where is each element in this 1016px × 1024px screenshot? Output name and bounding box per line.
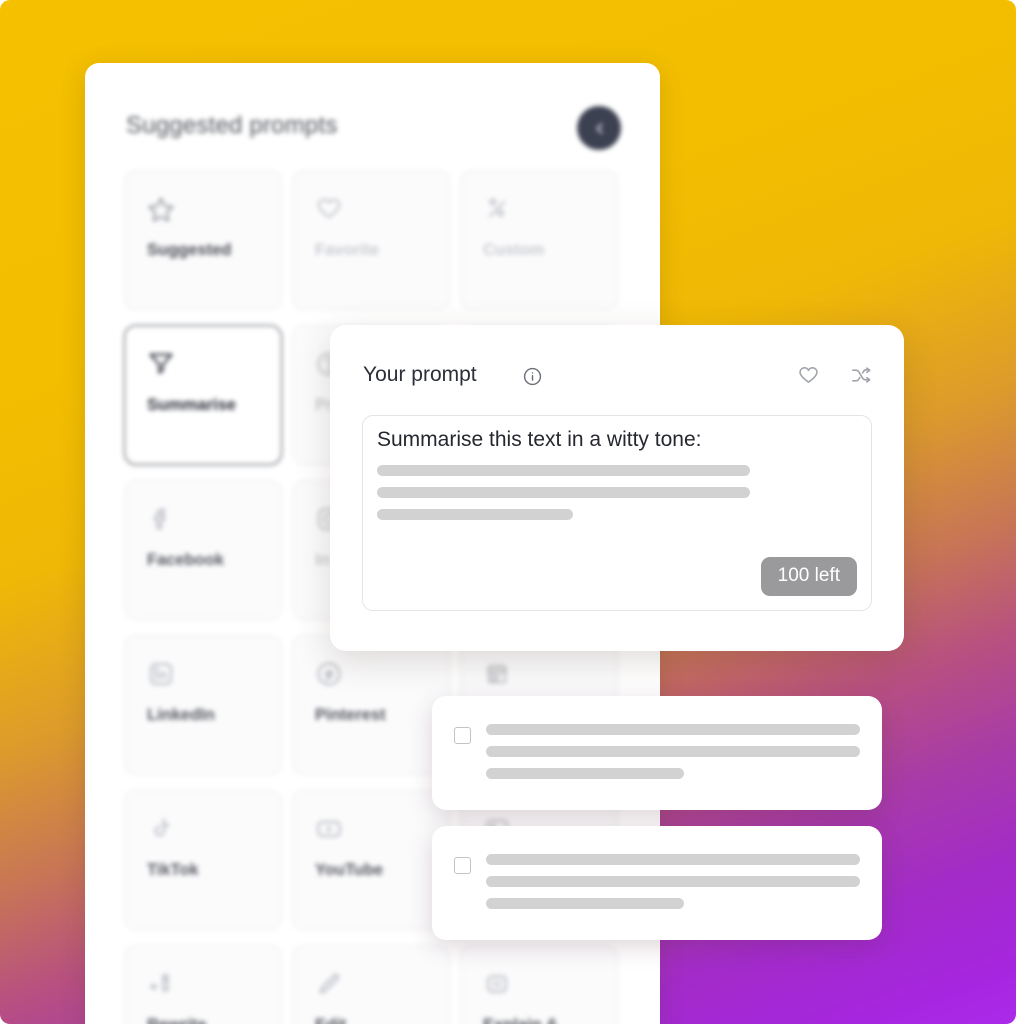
tile-label: YouTube [315, 861, 384, 879]
funnel-icon [149, 353, 173, 374]
tile-label: Edit [315, 1016, 346, 1024]
tile-tiktok[interactable]: TikTok [124, 790, 282, 930]
tile-edit[interactable]: Edit [292, 945, 450, 1024]
your-prompt-header: Your prompt [363, 361, 873, 393]
tile-label: Pinterest [315, 706, 386, 724]
youtube-icon [317, 821, 341, 837]
storefront-icon [486, 664, 508, 684]
prompt-text: Summarise this text in a witty tone: [377, 428, 702, 451]
tab-suggested[interactable]: Suggested [124, 170, 282, 310]
result-skeleton-line [486, 746, 860, 757]
tiktok-icon [154, 818, 170, 837]
magic-wand-icon [489, 198, 505, 217]
tile-linkedin[interactable]: LinkedIn [124, 635, 282, 775]
result-card [432, 826, 882, 940]
page-title: Suggested prompts [126, 112, 338, 139]
prompt-input-box[interactable]: Summarise this text in a witty tone: 100… [362, 415, 872, 611]
tile-label: LinkedIn [147, 706, 215, 724]
pinterest-icon [317, 662, 341, 686]
screenshot-root: Suggested prompts Suggested Favorite Cus… [0, 0, 1016, 1024]
your-prompt-actions [797, 364, 873, 387]
result-skeleton-line [486, 898, 684, 909]
result-card [432, 696, 882, 810]
result-skeleton-line [486, 854, 860, 865]
star-icon [148, 197, 174, 222]
tile-summarise[interactable]: Summarise [124, 325, 282, 465]
heart-icon[interactable] [797, 364, 820, 387]
character-counter-badge: 100 left [760, 557, 857, 596]
panel-header: Suggested prompts [126, 106, 621, 152]
tab-label: Suggested [147, 241, 232, 259]
info-icon[interactable] [523, 367, 542, 386]
tile-label: TikTok [147, 861, 199, 879]
shuffle-icon[interactable] [850, 364, 873, 387]
prompt-skeleton-line [377, 487, 750, 498]
rewrite-icon [150, 974, 169, 992]
tile-label: Facebook [147, 551, 225, 569]
tab-label: Favorite [315, 241, 380, 259]
tile-youtube[interactable]: YouTube [292, 790, 450, 930]
tile-label: Summarise [147, 396, 236, 414]
tile-pinterest[interactable]: Pinterest [292, 635, 450, 775]
your-prompt-card: Your prompt Summarise this text in a wit… [330, 325, 904, 651]
facebook-icon [154, 508, 166, 530]
result-checkbox[interactable] [454, 857, 471, 874]
tile-facebook[interactable]: Facebook [124, 480, 282, 620]
tab-custom[interactable]: Custom [460, 170, 618, 310]
your-prompt-title: Your prompt [363, 363, 477, 386]
prompt-skeleton-line [377, 509, 573, 520]
result-skeleton-line [486, 724, 860, 735]
explain-icon [487, 975, 507, 993]
result-checkbox[interactable] [454, 727, 471, 744]
chevron-left-icon [596, 122, 602, 134]
tile-label: In [315, 551, 330, 569]
tile-explain[interactable]: Explain & [460, 945, 618, 1024]
tab-label: Custom [483, 241, 545, 259]
heart-icon [317, 198, 341, 219]
prompt-skeleton-line [377, 465, 750, 476]
collapse-panel-button[interactable] [577, 106, 621, 150]
tile-rewrite[interactable]: Rewrite [124, 945, 282, 1024]
pencil-icon [319, 973, 340, 994]
result-skeleton-line [486, 876, 860, 887]
tile-label: Rewrite [147, 1016, 207, 1024]
tab-favorite[interactable]: Favorite [292, 170, 450, 310]
tile-label: Explain & [483, 1016, 558, 1024]
linkedin-icon [150, 663, 172, 685]
result-skeleton-line [486, 768, 684, 779]
